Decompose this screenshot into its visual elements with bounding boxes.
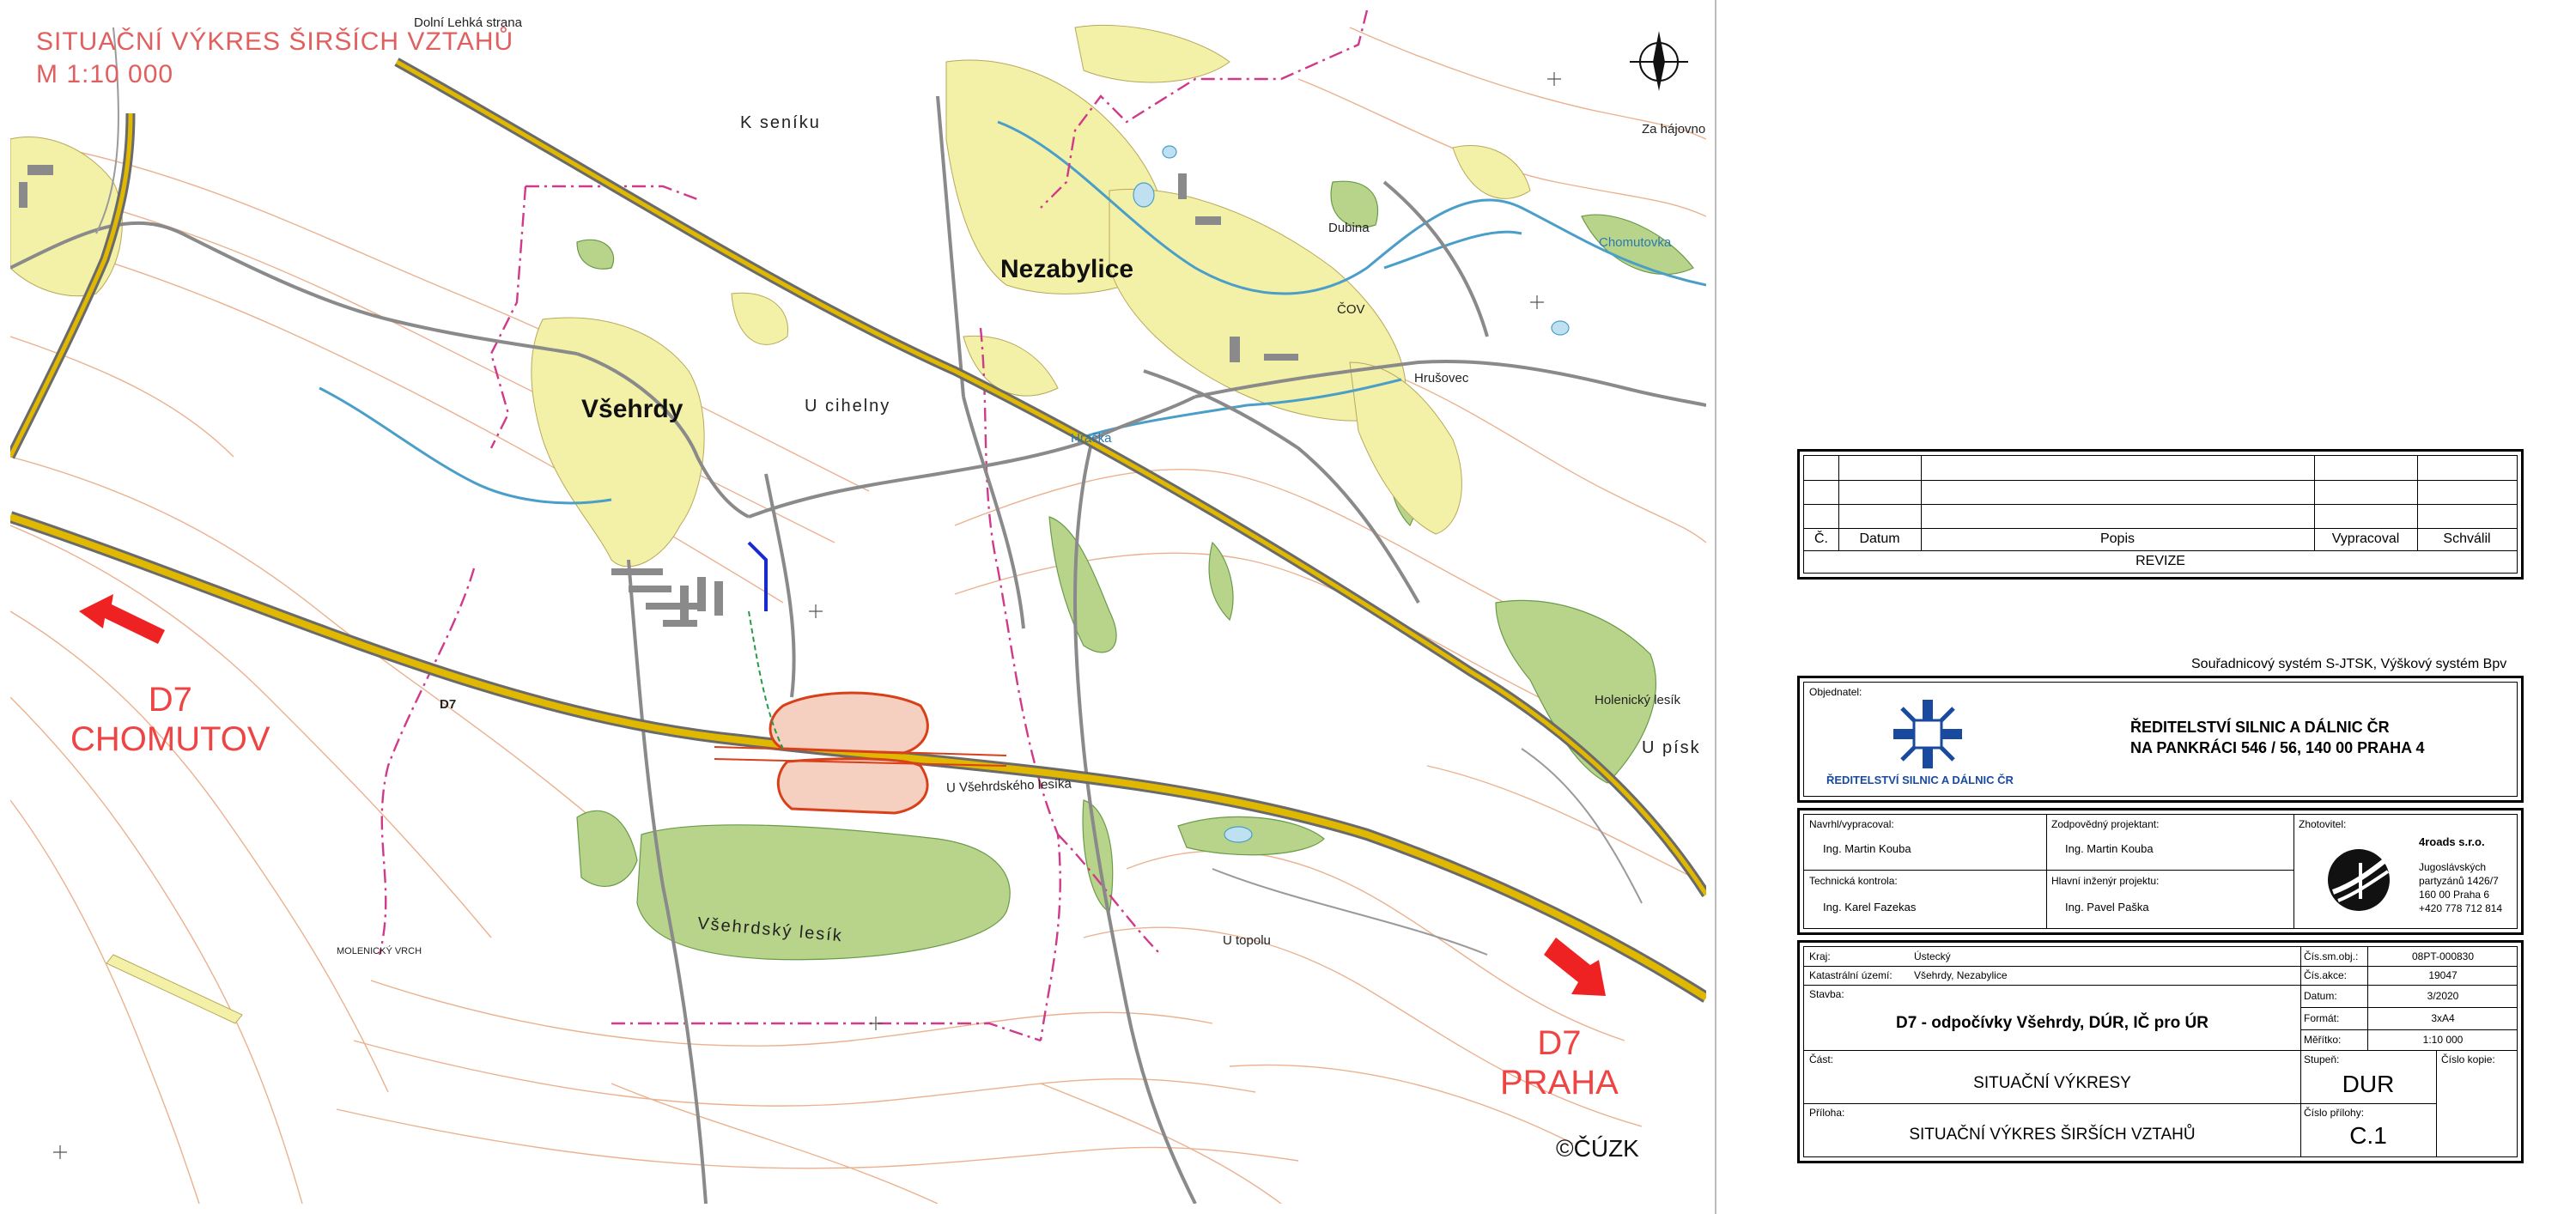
coordinate-system: Souřadnicový systém S-JTSK, Výškový syst… [2191, 657, 2507, 671]
obj-label: Čís.sm.obj.: [2304, 950, 2359, 962]
rest-area-project [714, 541, 1007, 815]
direction-chomutov-city: CHOMUTOV [70, 720, 270, 758]
place-k-seniku: K seníku [740, 113, 821, 132]
rev-header-date: Datum [1859, 531, 1900, 546]
designer: Ing. Martin Kouba [1823, 842, 1911, 855]
contractor-name: 4roads s.r.o. [2419, 835, 2485, 848]
place-u-cihelny: U cihelny [805, 397, 891, 416]
revision-table: Č. Datum Popis Vypracoval Schválil REVIZ… [1797, 449, 2524, 580]
cast: SITUAČNÍ VÝKRESY [1973, 1074, 2131, 1092]
responsible-label: Zodpovědný projektant: [2051, 818, 2160, 830]
place-u-pisku: U písk [1642, 738, 1701, 757]
akce-label: Čís.akce: [2304, 969, 2348, 981]
chief-label: Hlavní inženýr projektu: [2051, 875, 2160, 887]
meritko-label: Měřítko: [2304, 1034, 2342, 1046]
client-name: ŘEDITELSTVÍ SILNIC A DÁLNIC ČR [2130, 719, 2390, 736]
control: Ing. Karel Fazekas [1823, 901, 1917, 914]
place-za-hajovnou: Za hájovnou [1642, 122, 1706, 137]
fold-line [1715, 0, 1716, 1214]
rev-header-desc: Popis [2099, 531, 2136, 546]
kraj: Ústecký [1914, 950, 1951, 962]
place-vsehrdy: Všehrdy [581, 395, 683, 423]
akce: 19047 [2428, 969, 2458, 981]
stavba-label: Stavba: [1809, 988, 1844, 1000]
priloha-label: Příloha: [1809, 1107, 1845, 1119]
direction-chomutov-road: D7 [148, 681, 192, 719]
cast-label: Část: [1809, 1053, 1834, 1065]
stupen-label: Stupeň: [2304, 1053, 2340, 1065]
kraj-label: Kraj: [1809, 950, 1831, 962]
people-box: Navrhl/vypracoval: Ing. Martin Kouba Zod… [1797, 808, 2524, 935]
direction-praha: D7 PRAHA [1500, 1023, 1619, 1102]
client-label: Objednatel: [1809, 686, 1862, 698]
built-up-areas [10, 24, 1531, 568]
kopie-label: Číslo kopie: [2441, 1053, 2495, 1065]
meritko: 1:10 000 [2422, 1034, 2464, 1046]
katastr: Všehrdy, Nezabylice [1914, 969, 2008, 981]
rsd-logo-icon [1893, 700, 1962, 768]
info-box: Kraj: Ústecký Katastrální území: Všehrdy… [1797, 940, 2524, 1163]
road-label-d7: D7 [440, 697, 457, 712]
local-roads [10, 95, 1706, 1204]
place-dubina: Dubina [1328, 221, 1370, 235]
strip [106, 954, 243, 1024]
obj: 08PT-000830 [2411, 950, 2475, 962]
cislo-prilohy-label: Číslo přílohy: [2304, 1107, 2365, 1119]
contractor-addr3: 160 00 Praha 6 [2419, 889, 2490, 901]
format: 3xA4 [2431, 1012, 2455, 1024]
format-label: Formát: [2304, 1012, 2340, 1024]
direction-praha-road: D7 [1537, 1024, 1582, 1062]
place-molenicky-vrch: MOLENICKÝ VRCH [337, 946, 422, 956]
datum-label: Datum: [2304, 990, 2337, 1002]
place-nezabylice: Nezabylice [1000, 255, 1134, 283]
place-cov: ČOV [1337, 302, 1365, 317]
responsible: Ing. Martin Kouba [2065, 842, 2154, 855]
rev-footer: REVIZE [2136, 554, 2185, 568]
priloha: SITUAČNÍ VÝKRES ŠIRŠÍCH VZTAHŮ [1909, 1126, 2196, 1144]
contractor-label: Zhotovitel: [2299, 818, 2347, 830]
direction-chomutov: D7 CHOMUTOV [70, 680, 270, 759]
chief: Ing. Pavel Paška [2065, 901, 2149, 914]
katastr-label: Katastrální území: [1809, 969, 1893, 981]
contractor-addr1: Jugoslávských [2419, 861, 2487, 873]
contractor-phone: +420 778 712 814 [2419, 902, 2503, 914]
place-hrusovec: Hrušovec [1414, 371, 1469, 385]
client-box: Objednatel: ŘEDITELSTVÍ SILNIC A DÁLNIC … [1797, 676, 2524, 803]
rev-header-author: Vypracoval [2331, 531, 2400, 546]
map-scale: M 1:10 000 [36, 60, 174, 88]
place-hracka: Hračka [1071, 431, 1112, 446]
place-holenicky-lesik: Holenický lesík [1595, 693, 1681, 707]
place-chomutovka: Chomutovka [1599, 235, 1672, 250]
contractor-addr2: partyzánů 1426/7 [2419, 875, 2499, 887]
direction-praha-city: PRAHA [1500, 1064, 1619, 1102]
map-area[interactable]: SITUAČNÍ VÝKRES ŠIRŠÍCH VZTAHŮ M 1:10 00… [10, 10, 1706, 1204]
copyright: ©ČÚZK [1556, 1135, 1639, 1162]
4roads-logo-icon [2328, 849, 2390, 911]
place-dolni-lehka-strana: Dolní Lehká strana [414, 15, 522, 30]
rev-header-approved: Schválil [2443, 531, 2491, 546]
rev-header-no: Č. [1814, 531, 1828, 546]
designer-label: Navrhl/vypracoval: [1809, 818, 1894, 830]
drawing-sheet: SITUAČNÍ VÝKRES ŠIRŠÍCH VZTAHŮ M 1:10 00… [0, 0, 2576, 1214]
control-label: Technická kontrola: [1809, 875, 1898, 887]
datum: 3/2020 [2427, 990, 2459, 1002]
map-title: SITUAČNÍ VÝKRES ŠIRŠÍCH VZTAHŮ [36, 27, 514, 56]
stupen: DUR [2342, 1071, 2395, 1097]
map-graphics [10, 10, 1706, 1204]
stavba: D7 - odpočívky Všehrdy, DÚR, IČ pro ÚR [1896, 1014, 2208, 1032]
place-u-topolu: U topolu [1223, 933, 1271, 948]
client-logo-text: ŘEDITELSTVÍ SILNIC A DÁLNIC ČR [1826, 774, 2014, 786]
cislo-prilohy: C.1 [2349, 1122, 2387, 1149]
north-arrow [1630, 31, 1688, 91]
client-address: NA PANKRÁCI 546 / 56, 140 00 PRAHA 4 [2130, 739, 2425, 756]
